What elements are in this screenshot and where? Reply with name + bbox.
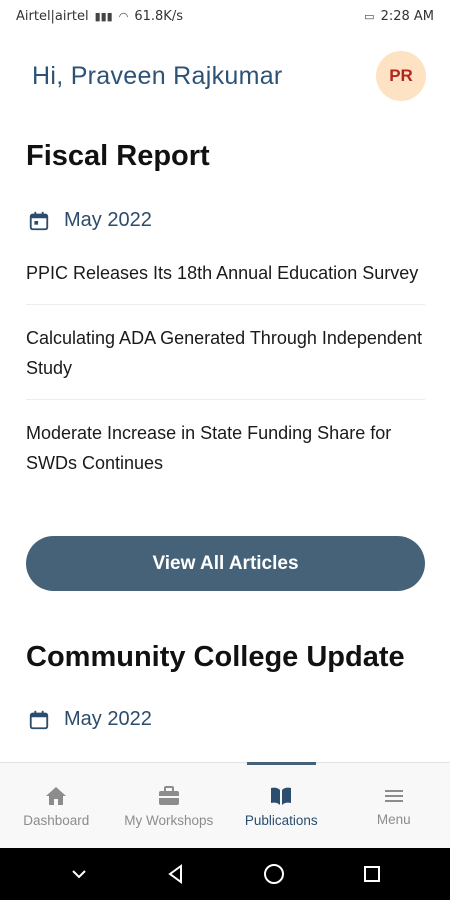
date-row: May 2022 <box>28 209 425 232</box>
article-item[interactable]: Calculating ADA Generated Through Indepe… <box>26 305 425 400</box>
nav-label: Dashboard <box>23 812 90 828</box>
nav-label: Menu <box>376 811 411 827</box>
collapse-icon[interactable] <box>68 863 90 885</box>
hamburger-icon <box>383 786 405 806</box>
home-button-icon[interactable] <box>262 862 286 886</box>
nav-label: My Workshops <box>124 812 214 828</box>
date-row: May 2022 <box>28 708 425 731</box>
status-left: Airtel|airtel ▮▮▮ ◠ 61.8K/s <box>16 9 183 24</box>
nav-label: Publications <box>244 812 318 828</box>
nav-item-publications[interactable]: Publications <box>225 762 338 849</box>
section-title-fiscal-report: Fiscal Report <box>26 140 210 172</box>
avatar[interactable]: PR <box>376 51 426 101</box>
briefcase-icon <box>157 785 181 807</box>
battery-icon: ▭ <box>364 9 375 23</box>
date-label: May 2022 <box>64 708 152 730</box>
article-item[interactable]: PPIC Releases Its 18th Annual Education … <box>26 250 425 305</box>
section-title-community-college-update: Community College Update <box>26 641 405 673</box>
article-list: PPIC Releases Its 18th Annual Education … <box>26 250 425 494</box>
clock: 2:28 AM <box>380 8 434 24</box>
calendar-icon <box>28 210 50 232</box>
greeting-row: Hi, Praveen Rajkumar PR <box>0 50 450 102</box>
calendar-icon <box>28 709 50 731</box>
home-icon <box>44 785 68 807</box>
nav-item-dashboard[interactable]: Dashboard <box>0 763 113 849</box>
bottom-nav: Dashboard My Workshops Publications Menu <box>0 762 450 849</box>
signal-icon: ▮▮▮ <box>94 9 113 23</box>
back-icon[interactable] <box>165 863 187 885</box>
article-item[interactable]: Moderate Increase in State Funding Share… <box>26 400 425 494</box>
greeting-text: Hi, Praveen Rajkumar <box>32 61 283 90</box>
status-bar: Airtel|airtel ▮▮▮ ◠ 61.8K/s ▭ 2:28 AM <box>0 0 450 32</box>
book-icon <box>269 785 293 807</box>
recents-icon[interactable] <box>361 863 383 885</box>
nav-item-my-workshops[interactable]: My Workshops <box>113 763 226 849</box>
main-content: Fiscal Report May 2022 PPIC Releases Its… <box>26 140 425 731</box>
date-label: May 2022 <box>64 209 152 231</box>
android-nav-bar <box>0 848 450 900</box>
wifi-icon: ◠ <box>118 9 129 23</box>
network-speed: 61.8K/s <box>134 8 183 24</box>
nav-item-menu[interactable]: Menu <box>338 763 450 849</box>
status-right: ▭ 2:28 AM <box>364 9 434 24</box>
view-all-articles-button[interactable]: View All Articles <box>26 536 425 591</box>
carrier-label: Airtel|airtel <box>16 8 89 24</box>
